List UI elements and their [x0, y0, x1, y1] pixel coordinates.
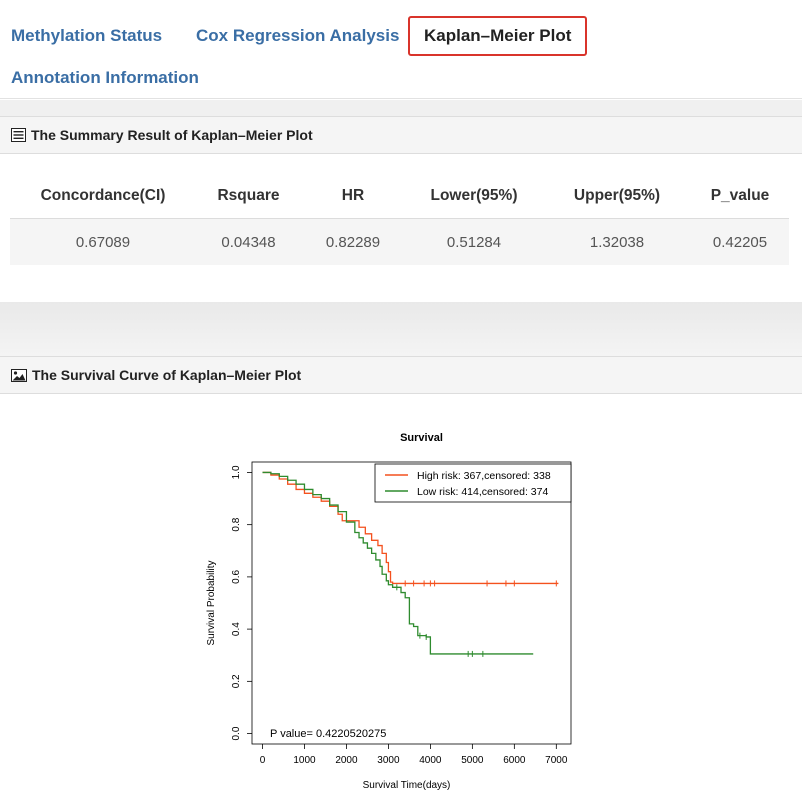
tab-annotation-information[interactable]: Annotation Information — [11, 68, 199, 88]
tab-bar: Methylation Status Cox Regression Analys… — [0, 0, 802, 100]
tab-kaplan-meier-plot[interactable]: Kaplan–Meier Plot — [408, 16, 588, 56]
tab-cox-regression-analysis[interactable]: Cox Regression Analysis — [196, 26, 399, 46]
table-row: 0.67089 0.04348 0.82289 0.51284 1.32038 … — [10, 218, 789, 265]
column-header: Upper(95%) — [543, 174, 691, 219]
x-tick-label: 3000 — [377, 755, 400, 766]
spacer-band — [0, 100, 802, 116]
image-icon — [11, 368, 27, 382]
y-tick-label: 0.8 — [231, 517, 242, 531]
table-cell: 0.82289 — [301, 218, 405, 265]
curve-panel-header: The Survival Curve of Kaplan–Meier Plot — [0, 356, 802, 394]
tab-methylation-status[interactable]: Methylation Status — [11, 26, 162, 46]
column-header: Concordance(CI) — [10, 174, 196, 219]
survival-plot: Survival 0 1000 2000 3000 4000 5000 6000 7000 0.0… — [206, 432, 572, 791]
column-header: P_value — [691, 174, 789, 219]
column-header: HR — [301, 174, 405, 219]
table-cell: 1.32038 — [543, 218, 691, 265]
y-tick-label: 0.2 — [231, 674, 242, 688]
summary-panel-header: The Summary Result of Kaplan–Meier Plot — [0, 116, 802, 154]
table-cell: 0.04348 — [196, 218, 301, 265]
column-header: Lower(95%) — [405, 174, 543, 219]
list-icon — [11, 128, 26, 142]
legend-label: Low risk: 414,censored: 374 — [417, 486, 548, 498]
y-tick-label: 0.4 — [231, 622, 242, 636]
x-tick-label: 7000 — [545, 755, 568, 766]
spacer-band — [0, 302, 802, 356]
y-tick-label: 0.0 — [231, 726, 242, 740]
plot-frame — [251, 461, 572, 745]
table-cell: 0.51284 — [405, 218, 543, 265]
p-value-annotation: P value= 0.4220520275 — [270, 728, 386, 740]
legend-label: High risk: 367,censored: 338 — [417, 470, 551, 482]
curve-panel-title: The Survival Curve of Kaplan–Meier Plot — [32, 367, 302, 383]
x-tick-label: 1000 — [293, 755, 316, 766]
column-header: Rsquare — [196, 174, 301, 219]
y-tick-label: 1.0 — [231, 465, 242, 479]
x-tick-label: 2000 — [335, 755, 358, 766]
y-axis-label: Survival Probability — [206, 560, 217, 645]
summary-panel-title: The Summary Result of Kaplan–Meier Plot — [31, 127, 313, 143]
chart-title: Survival — [400, 432, 443, 444]
x-tick-label: 0 — [260, 755, 266, 766]
table-cell: 0.67089 — [10, 218, 196, 265]
table-header-row: Concordance(CI) Rsquare HR Lower(95%) Up… — [10, 174, 789, 219]
tabs-divider — [0, 98, 802, 99]
table-cell: 0.42205 — [691, 218, 789, 265]
x-tick-label: 6000 — [503, 755, 526, 766]
x-axis-label: Survival Time(days) — [363, 780, 451, 791]
summary-table: Concordance(CI) Rsquare HR Lower(95%) Up… — [10, 174, 789, 265]
x-tick-label: 4000 — [419, 755, 442, 766]
x-tick-label: 5000 — [461, 755, 484, 766]
y-tick-label: 0.6 — [231, 570, 242, 584]
